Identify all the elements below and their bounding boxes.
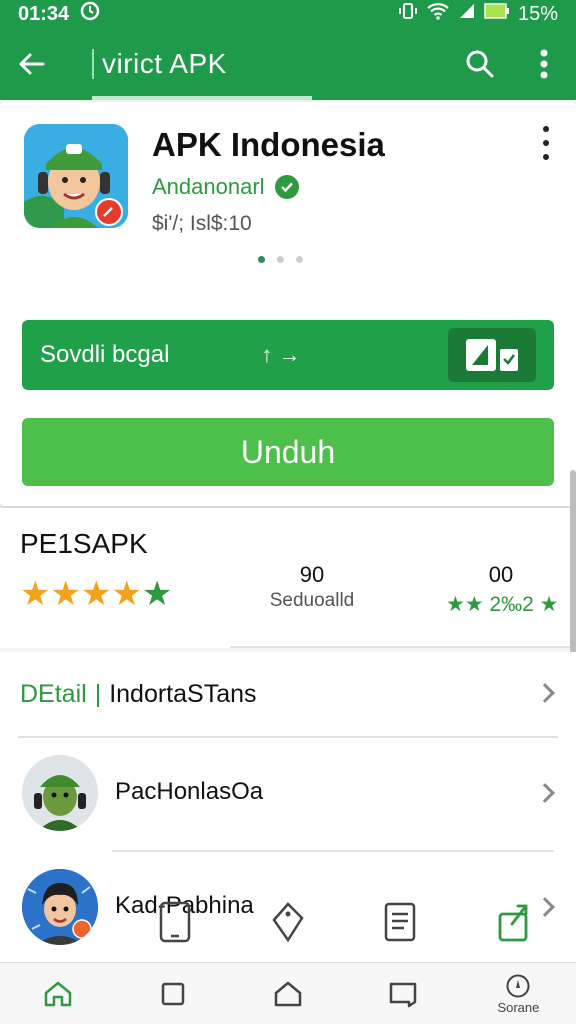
developer-link[interactable]: Andanonarl <box>152 174 299 200</box>
stat-downloads: 90 Seduoalld <box>252 562 372 612</box>
app-icon <box>24 124 128 228</box>
app-meta: $i'/; Isl$:10 <box>152 212 252 235</box>
tag-icon[interactable] <box>268 900 308 949</box>
back-arrow-icon <box>19 53 45 75</box>
chevron-right-icon <box>535 783 555 803</box>
avatar <box>22 869 98 945</box>
share-icon[interactable] <box>496 900 532 949</box>
promo-arrows: ↑ → <box>261 342 301 367</box>
battery-icon <box>484 2 510 26</box>
avatar <box>22 755 98 831</box>
list-item-name: PacHonlasOa <box>115 778 264 805</box>
nav-explore[interactable] <box>230 963 345 1024</box>
rating-section: PE1SAPK ★★★★★ 90 Seduoalld 00 ★★ 2‰2 ★ <box>0 508 576 648</box>
promo-label: Sovdli bcgal <box>40 341 170 368</box>
status-bar: 01:34 15% <box>0 0 576 28</box>
bottom-nav: Sorane <box>0 962 576 1024</box>
alarm-icon <box>79 0 101 28</box>
cards-icon <box>466 339 518 371</box>
star-rating: ★★★★★ <box>20 575 173 613</box>
stat-2-stars: ★★ 2‰2 ★ <box>446 593 559 616</box>
nav-apps[interactable] <box>115 963 230 1024</box>
detail-prefix: DEtail <box>20 679 87 708</box>
status-time: 01:34 <box>18 2 70 25</box>
house-outline-icon <box>274 981 302 1006</box>
tablet-icon[interactable] <box>158 900 192 949</box>
detail-row[interactable]: DEtail | IndortaSTans <box>0 652 576 736</box>
nav-more-label: Sorane <box>497 999 540 1015</box>
stat-1-value: 90 <box>299 562 325 587</box>
pager-dot <box>277 256 284 263</box>
toolbar-title: virict APK <box>102 48 227 79</box>
search-icon <box>466 50 494 78</box>
nav-library[interactable] <box>346 963 461 1024</box>
document-icon[interactable] <box>382 900 418 949</box>
battery-level: 15% <box>517 2 558 25</box>
install-button[interactable]: Unduh <box>22 418 554 486</box>
square-icon <box>161 982 185 1005</box>
search-button[interactable] <box>448 28 512 100</box>
pager-dot <box>258 256 265 263</box>
detail-separator: | <box>94 679 102 708</box>
promo-action-button[interactable] <box>448 328 536 382</box>
back-button[interactable] <box>0 28 64 100</box>
more-vertical-icon <box>540 49 548 79</box>
rating-section-title: PE1SAPK <box>20 528 148 559</box>
app-bar: virict APK <box>0 28 576 100</box>
app-name: APK Indonesia <box>152 126 385 163</box>
pager-dots <box>258 256 303 263</box>
compass-icon <box>506 974 530 997</box>
signal-icon <box>458 2 476 26</box>
home-icon <box>44 981 71 1006</box>
verified-check-icon <box>274 175 299 199</box>
developer-name: Andanonarl <box>152 174 265 199</box>
list-item[interactable]: PacHonlasOa <box>0 738 576 848</box>
nav-home[interactable] <box>0 963 115 1024</box>
app-header-card: APK Indonesia Andanonarl $i'/; Isl$:10 S… <box>0 102 576 506</box>
tab-indicator <box>92 96 312 100</box>
pager-dot <box>296 256 303 263</box>
nav-more[interactable]: Sorane <box>461 963 576 1024</box>
wifi-icon <box>426 1 450 27</box>
section-divider <box>230 646 576 648</box>
vibrate-icon <box>398 1 418 27</box>
overflow-menu-button[interactable] <box>512 28 576 100</box>
floating-shortcuts <box>150 900 550 950</box>
card-menu-button[interactable] <box>534 126 558 160</box>
promo-banner[interactable]: Sovdli bcgal ↑ → <box>22 320 554 390</box>
stat-1-label: Seduoalld <box>269 590 355 611</box>
scrollbar[interactable] <box>570 470 576 660</box>
detail-label: IndortaSTans <box>109 679 257 708</box>
stat-2-value: 00 <box>488 562 514 587</box>
stat-reviews: 00 ★★ 2‰2 ★ <box>446 562 559 617</box>
chevron-right-icon <box>535 683 555 703</box>
title-divider <box>92 49 94 79</box>
book-icon <box>389 982 417 1007</box>
